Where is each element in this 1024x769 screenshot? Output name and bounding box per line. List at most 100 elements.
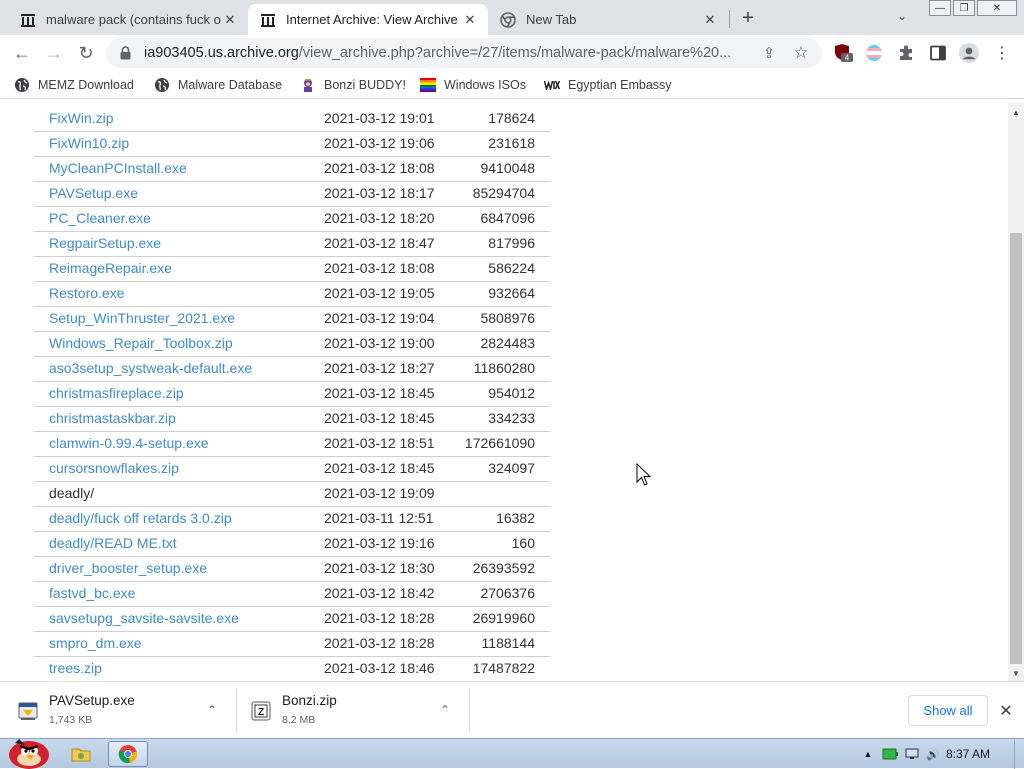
ublock-extension-icon[interactable]: 4 [834, 43, 854, 63]
scroll-down-arrow[interactable]: ▼ [1008, 665, 1024, 681]
file-date: 2021-03-12 18:20 [324, 210, 435, 226]
file-date: 2021-03-12 19:16 [324, 535, 435, 551]
file-date: 2021-03-12 19:04 [324, 310, 435, 326]
new-tab-button[interactable]: + [737, 7, 759, 29]
file-size: 231618 [488, 135, 535, 151]
table-row: deadly/fuck off retards 3.0.zip 2021-03-1… [34, 507, 550, 532]
share-icon[interactable]: ⇪ [760, 44, 778, 62]
reload-button[interactable]: ↻ [74, 41, 98, 65]
tab-malware-pack[interactable]: malware pack (contains fuck o ✕ [8, 4, 248, 35]
table-row: PAVSetup.exe 2021-03-12 18:17 85294704 [34, 182, 550, 207]
back-button[interactable]: ← [10, 41, 34, 65]
file-date: 2021-03-12 19:06 [324, 135, 435, 151]
battery-icon[interactable] [882, 747, 898, 761]
bookmark-star-icon[interactable]: ☆ [792, 43, 810, 62]
file-link[interactable]: christmasfireplace.zip [49, 385, 184, 401]
file-size: 586224 [488, 260, 535, 276]
table-row: driver_booster_setup.exe 2021-03-12 18:30… [34, 557, 550, 582]
bookmark-label: MEMZ Download [38, 78, 134, 92]
file-link[interactable]: RegpairSetup.exe [49, 235, 161, 251]
file-link[interactable]: savsetupg_savsite-savsite.exe [49, 610, 239, 626]
file-link[interactable]: Windows_Repair_Toolbox.zip [49, 335, 233, 351]
file-link[interactable]: deadly/fuck off retards 3.0.zip [49, 510, 232, 526]
bookmark-memz-download[interactable]: MEMZ Download [14, 76, 134, 94]
chrome-icon [500, 11, 516, 28]
close-window-button[interactable]: ✕ [977, 0, 1017, 16]
file-size: 932664 [488, 285, 535, 301]
start-button-angry-bird-icon[interactable] [4, 731, 52, 769]
download-size: 8.2 MB [282, 714, 316, 726]
file-link[interactable]: deadly/READ ME.txt [49, 535, 177, 551]
file-link[interactable]: fastvd_bc.exe [49, 585, 135, 601]
table-row: christmasfireplace.zip 2021-03-12 18:45 95… [34, 382, 550, 407]
taskbar-chrome-icon[interactable] [108, 741, 148, 767]
file-link[interactable]: FixWin10.zip [49, 135, 129, 151]
file-date: 2021-03-12 18:28 [324, 610, 435, 626]
close-tab-icon[interactable]: ✕ [462, 12, 478, 28]
file-link[interactable]: PAVSetup.exe [49, 185, 138, 201]
tab-search-icon[interactable]: ⌄ [897, 9, 907, 23]
lock-icon[interactable] [118, 46, 132, 60]
tab-new-tab[interactable]: New Tab ✕ [488, 4, 728, 35]
forward-button[interactable]: → [42, 41, 66, 65]
file-link[interactable]: FixWin.zip [49, 110, 114, 126]
network-icon[interactable] [905, 747, 921, 761]
close-tab-icon[interactable]: ✕ [222, 12, 238, 28]
file-link[interactable]: Restoro.exe [49, 285, 124, 301]
bookmark-windows-isos[interactable]: Windows ISOs [420, 76, 526, 94]
file-link[interactable]: Setup_WinThruster_2021.exe [49, 310, 235, 326]
download-item[interactable]: Z Bonzi.zip 8.2 MB ⌃ [237, 682, 469, 739]
file-link[interactable]: MyCleanPCInstall.exe [49, 160, 187, 176]
extensions-puzzle-icon[interactable] [896, 43, 916, 63]
browser-menu-icon[interactable]: ⋮ [992, 43, 1012, 63]
bookmark-label: Windows ISOs [444, 78, 526, 92]
show-desktop-button[interactable] [1014, 739, 1024, 769]
close-tab-icon[interactable]: ✕ [702, 12, 718, 28]
file-date: 2021-03-12 18:45 [324, 460, 435, 476]
archive-icon [20, 12, 36, 28]
bookmark-malware-database[interactable]: Malware Database [154, 76, 282, 94]
show-all-downloads-button[interactable]: Show all [908, 695, 988, 726]
file-link[interactable]: christmastaskbar.zip [49, 410, 176, 426]
taskbar-clock[interactable]: 8:37 AM [946, 747, 990, 761]
address-bar[interactable]: ia903405.us.archive.org/view_archive.php… [106, 38, 822, 68]
file-link[interactable]: driver_booster_setup.exe [49, 560, 207, 576]
file-date: 2021-03-12 19:05 [324, 285, 435, 301]
side-panel-icon[interactable] [928, 43, 948, 63]
url-text[interactable]: ia903405.us.archive.org/view_archive.php… [144, 45, 756, 61]
file-link[interactable]: ReimageRepair.exe [49, 260, 172, 276]
file-link[interactable]: PC_Cleaner.exe [49, 210, 151, 226]
tray-expand-icon[interactable]: ▲ [860, 747, 876, 761]
file-link[interactable]: trees.zip [49, 660, 102, 676]
minimize-button[interactable]: — [929, 0, 951, 16]
volume-icon[interactable]: 🔊 [925, 747, 941, 761]
extension-badge: 4 [845, 54, 850, 63]
globe-icon [154, 77, 170, 93]
file-link[interactable]: smpro_dm.exe [49, 635, 142, 651]
bookmark-bonzi-buddy[interactable]: Bonzi BUDDY! [300, 76, 406, 94]
chevron-up-icon[interactable]: ⌃ [437, 702, 453, 718]
tab-view-archive[interactable]: Internet Archive: View Archive ✕ [248, 4, 488, 35]
restore-button[interactable]: ❐ [953, 0, 975, 16]
scroll-up-arrow[interactable]: ▲ [1008, 104, 1024, 120]
close-download-shelf-icon[interactable]: ✕ [996, 701, 1016, 721]
chevron-up-icon[interactable]: ⌃ [204, 702, 220, 718]
file-size: 1188144 [481, 635, 535, 651]
file-size: 334233 [488, 410, 535, 426]
download-filename: Bonzi.zip [282, 693, 337, 708]
file-link[interactable]: clamwin-0.99.4-setup.exe [49, 435, 209, 451]
scrollbar-thumb[interactable] [1010, 233, 1022, 664]
file-link[interactable]: aso3setup_systweak-default.exe [49, 360, 252, 376]
file-link[interactable]: cursorsnowflakes.zip [49, 460, 179, 476]
table-row: deadly/READ ME.txt 2021-03-12 19:16 160 [34, 532, 550, 557]
table-row: Windows_Repair_Toolbox.zip 2021-03-12 19:… [34, 332, 550, 357]
file-date: 2021-03-12 18:47 [324, 235, 435, 251]
taskbar-explorer-icon[interactable] [66, 741, 96, 767]
file-size: 2824483 [480, 335, 535, 351]
tab-title: New Tab [526, 12, 577, 27]
bookmark-egyptian-embassy[interactable]: Egyptian Embassy [544, 76, 672, 94]
file-size: 160 [511, 535, 535, 551]
trans-flag-extension-icon[interactable] [864, 43, 884, 63]
file-size: 16382 [496, 510, 535, 526]
profile-avatar-icon[interactable] [959, 43, 979, 63]
